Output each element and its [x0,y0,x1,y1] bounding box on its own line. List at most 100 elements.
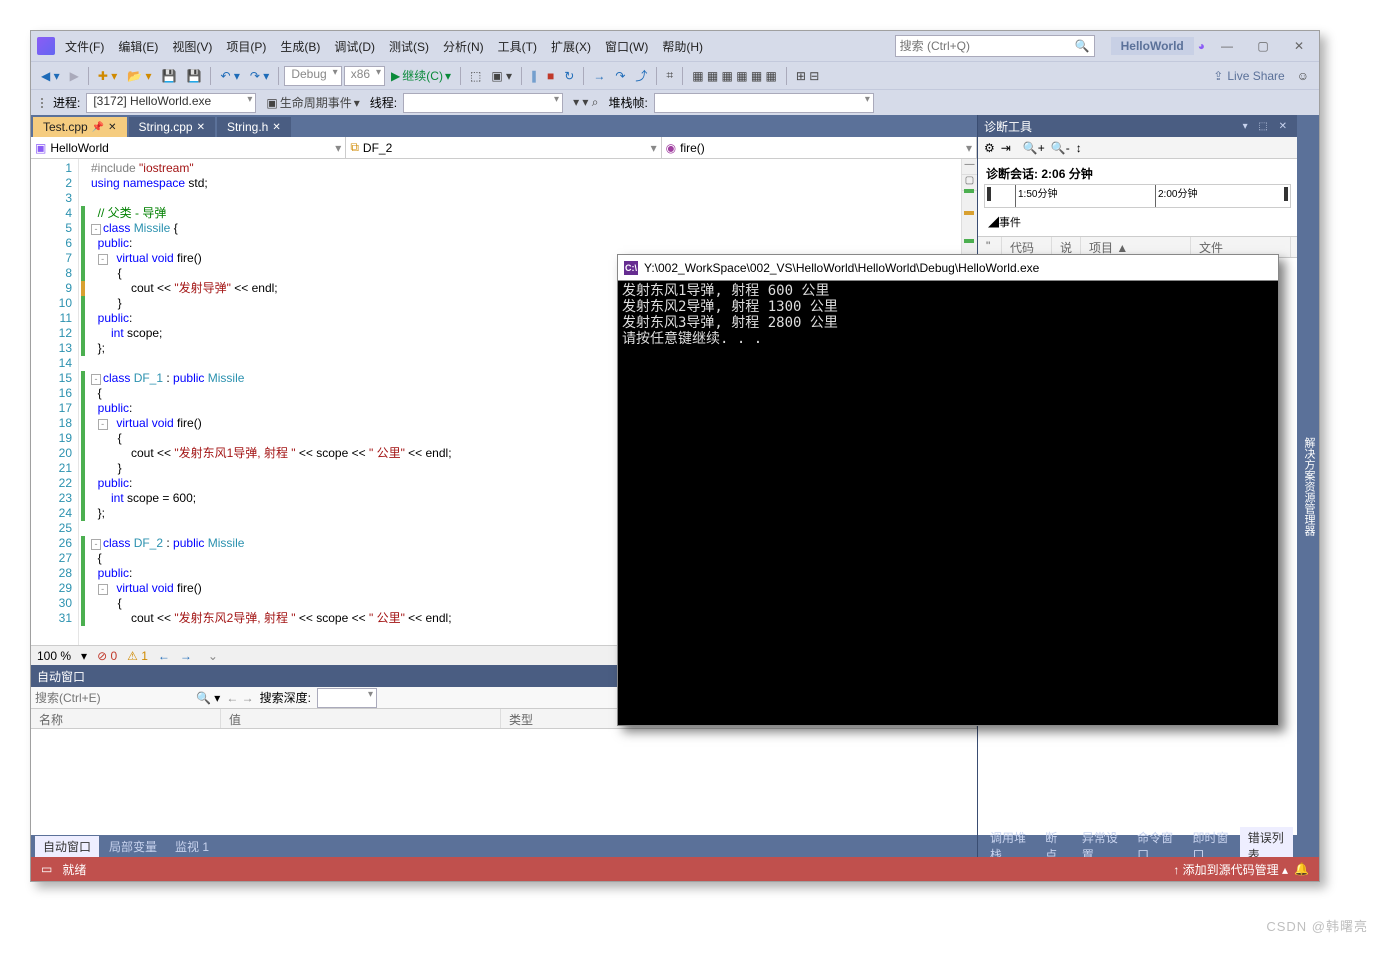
zoom-in-icon[interactable]: 🔍+ [1023,141,1045,155]
bottom-tab[interactable]: 即时窗口 [1184,827,1237,857]
nav-class[interactable]: ⧉DF_2 [346,137,661,158]
tool-b[interactable]: ▣ ▾ [487,67,516,85]
save-button[interactable]: 💾 [158,67,181,85]
lifecycle-button[interactable]: ▣ 生命周期事件 ▾ [262,92,363,113]
gear-icon[interactable]: ⚙ [984,141,995,155]
bottom-tab[interactable]: 错误列表 [1240,827,1293,857]
nav-fwd-button[interactable]: ▶ [66,67,83,85]
thread-combo[interactable] [403,93,563,113]
comment-button[interactable]: ⌗ [662,66,677,85]
console-titlebar[interactable]: C:\ Y:\002_WorkSpace\002_VS\HelloWorld\H… [618,255,1278,281]
indent-btns[interactable]: ▦ ▦ ▦ ▦ ▦ ▦ [688,67,781,85]
menu-item[interactable]: 生成(B) [274,34,326,59]
ready-icon: ▭ [41,862,52,876]
tab[interactable]: Test.cpp📌✕ [33,117,127,137]
tool-a[interactable]: ⬚ [466,67,485,85]
search-box[interactable]: 🔍 [895,35,1095,57]
split-button[interactable]: — [962,159,977,175]
nav-scope[interactable]: ▣HelloWorld [31,137,346,158]
menu-item[interactable]: 扩展(X) [545,34,597,59]
thread-filter[interactable]: ▾ ▾ ⌕ [569,93,602,112]
bottom-tab[interactable]: 命令窗口 [1129,827,1182,857]
pause-button[interactable]: ∥ [527,67,541,85]
process-combo[interactable]: [3172] HelloWorld.exe [86,93,256,113]
open-button[interactable]: 📂 ▾ [123,67,155,85]
console-body[interactable]: 发射东风1导弹, 射程 600 公里 发射东风2导弹, 射程 1300 公里 发… [618,281,1278,725]
menu-item[interactable]: 文件(F) [59,34,110,59]
menu-item[interactable]: 分析(N) [437,34,490,59]
step-over-button[interactable]: ↷ [611,67,629,85]
minimize-button[interactable]: — [1213,35,1241,57]
menu-item[interactable]: 调试(D) [328,34,381,59]
live-share-button[interactable]: ⇪ Live Share [1207,67,1290,85]
menu-item[interactable]: 视图(V) [166,34,218,59]
stackframe-combo[interactable] [654,93,874,113]
menu-item[interactable]: 工具(T) [492,34,543,59]
undo-button[interactable]: ↶ ▾ [216,67,243,85]
console-title-text: Y:\002_WorkSpace\002_VS\HelloWorld\Hello… [644,261,1039,275]
config-combo[interactable]: Debug [284,66,341,86]
out-icon[interactable]: ⇥ [1001,141,1011,155]
close-button[interactable]: ✕ [1285,35,1313,57]
bottom-tab[interactable]: 自动窗口 [35,836,99,857]
reset-zoom-icon[interactable]: ↕ [1076,141,1082,155]
nav-menu[interactable]: ⌄ [208,649,218,663]
search-icon[interactable]: 🔍 ▾ [196,691,220,705]
watermark: CSDN @韩曙亮 [1266,916,1368,935]
tab[interactable]: String.cpp✕ [129,117,215,137]
error-count[interactable]: ⊘ 0 [97,649,117,663]
warning-count[interactable]: ⚠ 1 [127,649,148,663]
solution-explorer-tab[interactable]: 解决方案资源管理器 [1297,115,1319,857]
nav-next[interactable]: → [180,649,192,663]
session-label: 诊断会话: [986,167,1038,181]
vs-logo-icon [37,37,55,55]
continue-label: 继续(C) [402,67,443,84]
stackframe-label: 堆栈帧: [609,94,648,111]
nav-prev[interactable]: ← [158,649,170,663]
search-input[interactable] [900,39,1075,53]
save-all-button[interactable]: 💾 [183,67,206,85]
step-into-button[interactable]: → [589,67,609,85]
panel-controls[interactable]: ▾ ⬚ ✕ [1243,121,1291,132]
menu-item[interactable]: 帮助(H) [656,34,709,59]
account-icon[interactable]: ◕ [1198,39,1205,53]
platform-combo[interactable]: x86 [344,66,385,86]
depth-label: 搜索深度: [260,689,311,706]
restart-button[interactable]: ↻ [560,67,578,85]
tab-strip: Test.cpp📌✕String.cpp✕String.h✕ [31,115,977,137]
menu-item[interactable]: 窗口(W) [599,34,654,59]
diag-events[interactable]: ◢事件 [982,212,1293,232]
bottom-tabs-left: 自动窗口局部变量监视 1 [31,835,977,857]
diag-timeline[interactable]: 1:50分钟 2:00分钟 [984,184,1291,208]
bottom-tab[interactable]: 监视 1 [167,836,217,857]
autos-search-input[interactable] [35,691,190,705]
nav-bar: ▣HelloWorld ⧉DF_2 ◉fire() [31,137,977,159]
bottom-tab[interactable]: 断点 [1037,827,1072,857]
redo-button[interactable]: ↷ ▾ [246,67,273,85]
bottom-tab[interactable]: 局部变量 [101,836,165,857]
new-button[interactable]: ✚ ▾ [94,67,121,85]
notify-icon[interactable]: 🔔 [1294,862,1309,876]
zoom-out-icon[interactable]: 🔍- [1051,141,1070,155]
maximize-button[interactable]: ▢ [1249,35,1277,57]
step-out-button[interactable]: ⤴ [631,65,651,86]
continue-button[interactable]: ▶ 继续(C) ▾ [387,65,455,86]
scm-button[interactable]: ↑ 添加到源代码管理 ▴ [1173,861,1288,878]
feedback-icon[interactable]: ☺ [1293,67,1313,85]
console-window[interactable]: C:\ Y:\002_WorkSpace\002_VS\HelloWorld\H… [617,254,1279,726]
menu-item[interactable]: 测试(S) [383,34,435,59]
tab[interactable]: String.h✕ [217,117,291,137]
nav-back-button[interactable]: ◀ ▾ [37,67,64,85]
nav-member[interactable]: ◉fire() [662,137,977,158]
stop-button[interactable]: ■ [543,67,558,85]
bottom-tab[interactable]: 异常设置 [1074,827,1127,857]
menu-item[interactable]: 编辑(E) [112,34,164,59]
gutter: 1234567891011121314151617181920212223242… [31,159,79,645]
window-btns[interactable]: ⊞ ⊟ [792,67,823,85]
marker-column [79,159,89,645]
zoom-level[interactable]: 100 % [37,649,71,663]
bottom-tab[interactable]: 调用堆栈 [982,827,1035,857]
depth-combo[interactable] [317,688,377,708]
session-value: 2:06 分钟 [1041,167,1092,181]
menu-item[interactable]: 项目(P) [220,34,272,59]
